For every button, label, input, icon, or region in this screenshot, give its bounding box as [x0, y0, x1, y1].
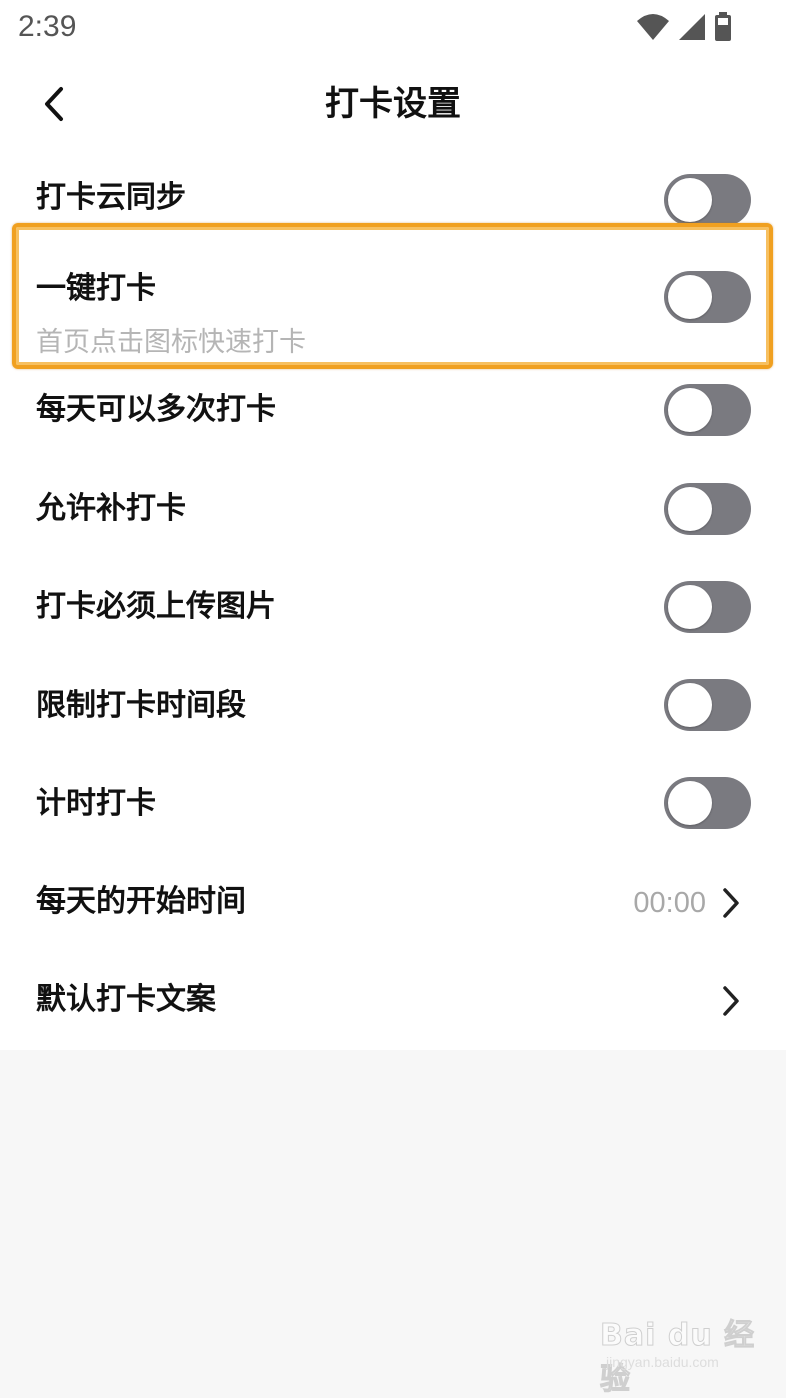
- setting-label: 限制打卡时间段: [36, 688, 246, 723]
- multiple-daily-toggle[interactable]: [664, 384, 751, 436]
- cloud-sync-toggle[interactable]: [664, 174, 751, 226]
- setting-row-cloud-sync[interactable]: 打卡云同步: [0, 152, 786, 242]
- setting-row-default-text[interactable]: 默认打卡文案: [0, 952, 786, 1050]
- settings-list: 打卡云同步 一键打卡 首页点击图标快速打卡 每天可以多次打卡 允许补打卡 打卡必…: [0, 152, 786, 1050]
- setting-label: 每天的开始时间: [36, 884, 246, 919]
- battery-icon: [714, 12, 732, 42]
- settings-screen: 2:39 打卡设置 打卡云同步 一键打卡 首页点击图标快速打卡 每天可以多次打卡…: [0, 0, 786, 1398]
- makeup-checkin-toggle[interactable]: [664, 483, 751, 535]
- setting-label: 默认打卡文案: [36, 982, 216, 1017]
- status-icons: [636, 12, 732, 42]
- day-start-time-value: 00:00: [633, 887, 706, 919]
- toggle-knob: [668, 487, 712, 531]
- status-bar: 2:39: [0, 0, 786, 56]
- setting-sublabel: 首页点击图标快速打卡: [36, 327, 306, 358]
- toggle-knob: [668, 781, 712, 825]
- toggle-knob: [668, 585, 712, 629]
- toggle-knob: [668, 683, 712, 727]
- signal-icon: [678, 13, 706, 41]
- setting-label: 一键打卡: [36, 271, 156, 306]
- baidu-jingyan-watermark: Bai du 经验 jingyan.baidu.com: [600, 1310, 770, 1398]
- setting-row-day-start-time[interactable]: 每天的开始时间 00:00: [0, 852, 786, 952]
- setting-row-timed-checkin[interactable]: 计时打卡: [0, 754, 786, 852]
- setting-row-require-photo[interactable]: 打卡必须上传图片: [0, 558, 786, 656]
- header: 打卡设置: [0, 56, 786, 152]
- chevron-right-icon: [723, 986, 739, 1016]
- toggle-knob: [668, 388, 712, 432]
- require-photo-toggle[interactable]: [664, 581, 751, 633]
- limit-time-range-toggle[interactable]: [664, 679, 751, 731]
- watermark-url: jingyan.baidu.com: [606, 1354, 719, 1370]
- toggle-knob: [668, 178, 712, 222]
- setting-row-limit-time-range[interactable]: 限制打卡时间段: [0, 656, 786, 754]
- setting-label: 计时打卡: [36, 786, 156, 821]
- page-title: 打卡设置: [325, 84, 461, 124]
- setting-row-multiple-daily[interactable]: 每天可以多次打卡: [0, 360, 786, 460]
- chevron-right-icon: [723, 888, 739, 918]
- setting-row-one-tap-checkin[interactable]: 一键打卡 首页点击图标快速打卡: [0, 242, 786, 360]
- one-tap-checkin-toggle[interactable]: [664, 271, 751, 323]
- setting-label: 打卡必须上传图片: [36, 589, 276, 624]
- status-time: 2:39: [18, 10, 77, 43]
- setting-label: 打卡云同步: [36, 180, 186, 215]
- setting-label: 允许补打卡: [36, 491, 186, 526]
- wifi-icon: [636, 13, 670, 41]
- setting-row-makeup-checkin[interactable]: 允许补打卡: [0, 460, 786, 558]
- toggle-knob: [668, 275, 712, 319]
- setting-label: 每天可以多次打卡: [36, 392, 276, 427]
- timed-checkin-toggle[interactable]: [664, 777, 751, 829]
